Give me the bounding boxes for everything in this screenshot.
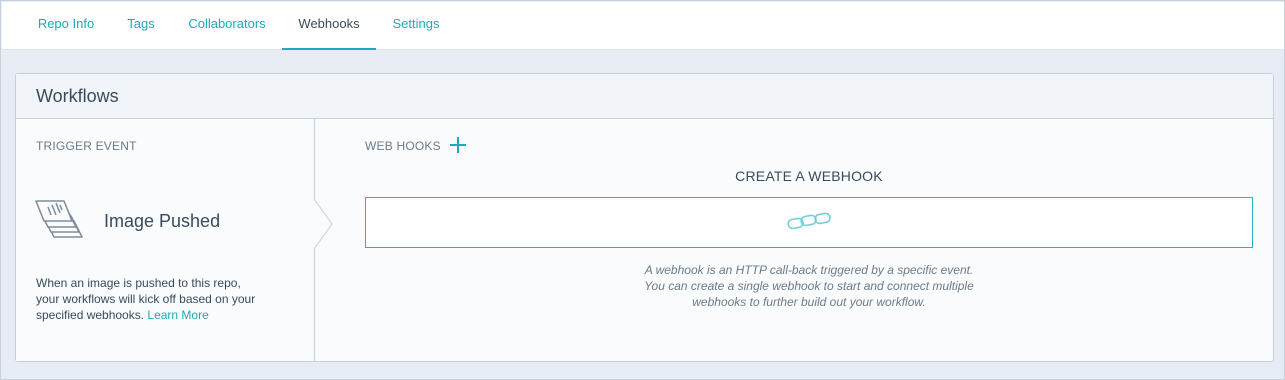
trigger-event-column: TRIGGER EVENT Image Pushed When an image… xyxy=(16,119,315,361)
tab-settings[interactable]: Settings xyxy=(391,2,441,50)
trigger-event-label: TRIGGER EVENT xyxy=(36,139,137,153)
help-line-3: webhooks to further build out your workf… xyxy=(692,295,926,309)
workflows-panel: Workflows TRIGGER EVENT Image Pushed Whe… xyxy=(15,73,1274,362)
panel-title: Workflows xyxy=(36,86,119,106)
help-line-2: You can create a single webhook to start… xyxy=(644,279,974,293)
plus-icon[interactable] xyxy=(450,137,466,153)
help-line-1: A webhook is an HTTP call-back triggered… xyxy=(644,263,974,277)
webhook-help-text: A webhook is an HTTP call-back triggered… xyxy=(365,262,1253,310)
create-webhook-title: CREATE A WEBHOOK xyxy=(735,168,883,184)
panel-header: Workflows xyxy=(16,74,1273,119)
trigger-description-text: When an image is pushed to this repo, yo… xyxy=(36,276,256,322)
tab-webhooks[interactable]: Webhooks xyxy=(282,2,376,50)
tab-repo-info[interactable]: Repo Info xyxy=(37,2,95,50)
tab-collaborators[interactable]: Collaborators xyxy=(187,2,267,50)
image-layers-icon xyxy=(34,199,92,243)
tab-bar: Repo Info Tags Collaborators Webhooks Se… xyxy=(2,2,1284,50)
app-frame: Repo Info Tags Collaborators Webhooks Se… xyxy=(0,0,1285,380)
trigger-description: When an image is pushed to this repo, yo… xyxy=(36,275,266,323)
webhooks-label: WEB HOOKS xyxy=(365,139,441,153)
link-icon xyxy=(787,210,833,234)
learn-more-link[interactable]: Learn More xyxy=(147,308,208,322)
tab-tags[interactable]: Tags xyxy=(126,2,156,50)
trigger-event-name: Image Pushed xyxy=(104,211,221,231)
webhook-input-box[interactable] xyxy=(365,197,1253,248)
